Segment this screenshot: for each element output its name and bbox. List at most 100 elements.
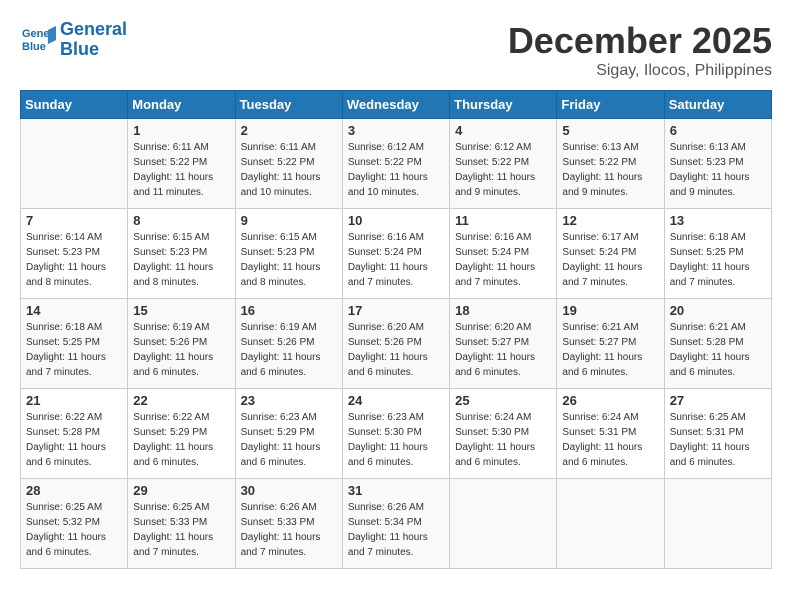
day-number: 27 [670,393,766,408]
weekday-header-row: SundayMondayTuesdayWednesdayThursdayFrid… [21,91,772,119]
day-info: Sunrise: 6:22 AMSunset: 5:28 PMDaylight:… [26,410,122,470]
day-number: 5 [562,123,658,138]
day-info: Sunrise: 6:19 AMSunset: 5:26 PMDaylight:… [133,320,229,380]
day-info: Sunrise: 6:23 AMSunset: 5:29 PMDaylight:… [241,410,337,470]
svg-text:Blue: Blue [22,41,46,53]
calendar-cell: 7 Sunrise: 6:14 AMSunset: 5:23 PMDaylight… [21,209,128,299]
day-number: 12 [562,213,658,228]
day-info: Sunrise: 6:24 AMSunset: 5:30 PMDaylight:… [455,410,551,470]
calendar-cell: 11 Sunrise: 6:16 AMSunset: 5:24 PMDayligh… [450,209,557,299]
day-info: Sunrise: 6:11 AMSunset: 5:22 PMDaylight:… [133,140,229,200]
day-info: Sunrise: 6:18 AMSunset: 5:25 PMDaylight:… [26,320,122,380]
logo-icon: General Blue [20,22,56,58]
calendar-cell: 30 Sunrise: 6:26 AMSunset: 5:33 PMDayligh… [235,479,342,569]
day-number: 20 [670,303,766,318]
calendar-cell: 20Sunrise: 6:21 AMSunset: 5:28 PMDayligh… [664,299,771,389]
week-row-3: 14 Sunrise: 6:18 AMSunset: 5:25 PMDayligh… [21,299,772,389]
day-number: 8 [133,213,229,228]
calendar-cell: 12 Sunrise: 6:17 AMSunset: 5:24 PMDayligh… [557,209,664,299]
calendar-cell: 16Sunrise: 6:19 AMSunset: 5:26 PMDayligh… [235,299,342,389]
day-info: Sunrise: 6:20 AMSunset: 5:27 PMDaylight:… [455,320,551,380]
calendar-cell: 5 Sunrise: 6:13 AMSunset: 5:22 PMDaylight… [557,119,664,209]
day-number: 25 [455,393,551,408]
weekday-header-sunday: Sunday [21,91,128,119]
day-info: Sunrise: 6:26 AMSunset: 5:33 PMDaylight:… [241,500,337,560]
page-header: General Blue General Blue December 2025 … [20,20,772,80]
day-number: 2 [241,123,337,138]
calendar-cell: 2 Sunrise: 6:11 AMSunset: 5:22 PMDaylight… [235,119,342,209]
calendar-cell: 9 Sunrise: 6:15 AMSunset: 5:23 PMDaylight… [235,209,342,299]
day-number: 24 [348,393,444,408]
day-info: Sunrise: 6:23 AMSunset: 5:30 PMDaylight:… [348,410,444,470]
weekday-header-wednesday: Wednesday [342,91,449,119]
day-number: 13 [670,213,766,228]
day-number: 15 [133,303,229,318]
day-number: 21 [26,393,122,408]
day-number: 7 [26,213,122,228]
calendar-cell: 18 Sunrise: 6:20 AMSunset: 5:27 PMDayligh… [450,299,557,389]
calendar-cell: 6 Sunrise: 6:13 AMSunset: 5:23 PMDaylight… [664,119,771,209]
calendar-cell: 8 Sunrise: 6:15 AMSunset: 5:23 PMDaylight… [128,209,235,299]
calendar-cell: 19 Sunrise: 6:21 AMSunset: 5:27 PMDayligh… [557,299,664,389]
calendar-cell: 29 Sunrise: 6:25 AMSunset: 5:33 PMDayligh… [128,479,235,569]
day-number: 9 [241,213,337,228]
weekday-header-friday: Friday [557,91,664,119]
calendar-cell: 15 Sunrise: 6:19 AMSunset: 5:26 PMDayligh… [128,299,235,389]
day-number: 31 [348,483,444,498]
month-title: December 2025 [508,20,772,62]
day-number: 11 [455,213,551,228]
title-block: December 2025 Sigay, Ilocos, Philippines [508,20,772,80]
calendar-cell: 17Sunrise: 6:20 AMSunset: 5:26 PMDayligh… [342,299,449,389]
day-number: 14 [26,303,122,318]
day-info: Sunrise: 6:13 AMSunset: 5:23 PMDaylight:… [670,140,766,200]
day-info: Sunrise: 6:17 AMSunset: 5:24 PMDaylight:… [562,230,658,290]
day-info: Sunrise: 6:25 AMSunset: 5:33 PMDaylight:… [133,500,229,560]
calendar-cell: 27Sunrise: 6:25 AMSunset: 5:31 PMDayligh… [664,389,771,479]
logo-line1: General [60,19,127,39]
day-number: 29 [133,483,229,498]
day-info: Sunrise: 6:14 AMSunset: 5:23 PMDaylight:… [26,230,122,290]
day-info: Sunrise: 6:22 AMSunset: 5:29 PMDaylight:… [133,410,229,470]
day-number: 22 [133,393,229,408]
day-number: 26 [562,393,658,408]
day-info: Sunrise: 6:26 AMSunset: 5:34 PMDaylight:… [348,500,444,560]
week-row-1: 1 Sunrise: 6:11 AMSunset: 5:22 PMDaylight… [21,119,772,209]
day-number: 18 [455,303,551,318]
day-info: Sunrise: 6:16 AMSunset: 5:24 PMDaylight:… [455,230,551,290]
week-row-5: 28 Sunrise: 6:25 AMSunset: 5:32 PMDayligh… [21,479,772,569]
calendar-table: SundayMondayTuesdayWednesdayThursdayFrid… [20,90,772,569]
weekday-header-saturday: Saturday [664,91,771,119]
day-number: 30 [241,483,337,498]
day-info: Sunrise: 6:25 AMSunset: 5:32 PMDaylight:… [26,500,122,560]
weekday-header-tuesday: Tuesday [235,91,342,119]
day-info: Sunrise: 6:21 AMSunset: 5:27 PMDaylight:… [562,320,658,380]
day-number: 17 [348,303,444,318]
day-info: Sunrise: 6:16 AMSunset: 5:24 PMDaylight:… [348,230,444,290]
day-info: Sunrise: 6:13 AMSunset: 5:22 PMDaylight:… [562,140,658,200]
day-number: 1 [133,123,229,138]
day-info: Sunrise: 6:15 AMSunset: 5:23 PMDaylight:… [241,230,337,290]
calendar-cell: 3Sunrise: 6:12 AMSunset: 5:22 PMDaylight… [342,119,449,209]
day-number: 19 [562,303,658,318]
logo-line2: Blue [60,39,99,59]
calendar-cell: 25 Sunrise: 6:24 AMSunset: 5:30 PMDayligh… [450,389,557,479]
day-number: 6 [670,123,766,138]
location: Sigay, Ilocos, Philippines [508,62,772,80]
calendar-cell: 31 Sunrise: 6:26 AMSunset: 5:34 PMDayligh… [342,479,449,569]
weekday-header-monday: Monday [128,91,235,119]
calendar-cell: 21 Sunrise: 6:22 AMSunset: 5:28 PMDayligh… [21,389,128,479]
week-row-2: 7 Sunrise: 6:14 AMSunset: 5:23 PMDaylight… [21,209,772,299]
day-number: 4 [455,123,551,138]
day-number: 16 [241,303,337,318]
week-row-4: 21 Sunrise: 6:22 AMSunset: 5:28 PMDayligh… [21,389,772,479]
day-info: Sunrise: 6:15 AMSunset: 5:23 PMDaylight:… [133,230,229,290]
weekday-header-thursday: Thursday [450,91,557,119]
calendar-cell: 28 Sunrise: 6:25 AMSunset: 5:32 PMDayligh… [21,479,128,569]
day-number: 28 [26,483,122,498]
logo: General Blue General Blue [20,20,127,60]
calendar-cell: 4Sunrise: 6:12 AMSunset: 5:22 PMDaylight… [450,119,557,209]
day-info: Sunrise: 6:11 AMSunset: 5:22 PMDaylight:… [241,140,337,200]
day-info: Sunrise: 6:18 AMSunset: 5:25 PMDaylight:… [670,230,766,290]
calendar-cell: 22 Sunrise: 6:22 AMSunset: 5:29 PMDayligh… [128,389,235,479]
calendar-cell [450,479,557,569]
